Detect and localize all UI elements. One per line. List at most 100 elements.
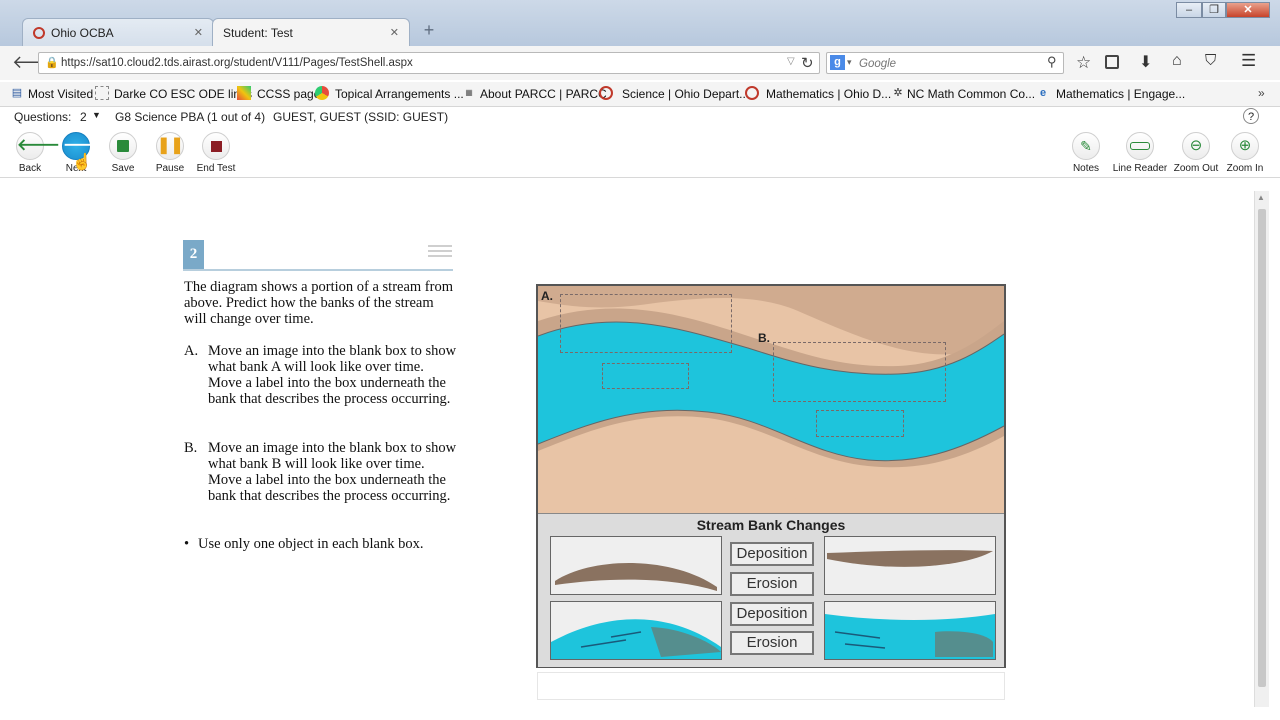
drop-zone-bank-b-label[interactable]	[816, 410, 904, 437]
instruction-bullet: Use only one object in each blank box.	[198, 536, 424, 552]
tab-label: Ohio OCBA	[51, 25, 114, 40]
close-icon[interactable]: ✕	[390, 26, 399, 39]
line-reader-label: Line Reader	[1112, 163, 1168, 174]
end-test-label: End Test	[196, 163, 236, 174]
search-icon[interactable]: ⚲	[1047, 54, 1057, 70]
back-arrow-icon: 🡐	[16, 132, 60, 160]
student-name: GUEST, GUEST (SSID: GUEST)	[273, 110, 449, 124]
stream-diagram: A. B. Stream Bank Changes Deposition Ero…	[536, 284, 1006, 668]
part-b-text: Move an image into the blank box to show…	[208, 440, 457, 504]
zoom-in-label: Zoom In	[1226, 163, 1264, 174]
nc-icon: ✲	[893, 87, 903, 99]
bookmark-nc-math[interactable]: NC Math Common Co...	[907, 87, 1035, 101]
bank-image-tile[interactable]	[824, 601, 996, 660]
scrollbar[interactable]: ▲	[1254, 191, 1269, 707]
pencil-icon	[237, 86, 251, 100]
google-icon[interactable]: g	[830, 55, 845, 70]
star-icon[interactable]: ☆	[1076, 53, 1091, 73]
drop-zone-bank-a-label[interactable]	[602, 363, 689, 389]
zoom-in-icon: ⊕	[1231, 132, 1259, 160]
bookmark-math-engage[interactable]: Mathematics | Engage...	[1056, 87, 1185, 101]
question-number: 2	[183, 240, 204, 269]
maximize-icon[interactable]: ❐	[1202, 2, 1226, 18]
ohio-logo-icon	[599, 86, 613, 100]
bank-b-label: B.	[758, 331, 770, 345]
help-icon[interactable]: ?	[1243, 108, 1259, 124]
bookmark-darke[interactable]: Darke CO ESC ODE links	[114, 87, 252, 101]
drop-zone-bank-b-image[interactable]	[773, 342, 946, 402]
erosion-label[interactable]: Erosion	[730, 572, 814, 596]
download-icon[interactable]: ⬇	[1139, 52, 1152, 72]
scroll-up-icon[interactable]: ▲	[1257, 193, 1265, 202]
close-icon[interactable]: ✕	[194, 26, 203, 39]
questions-label: Questions:	[14, 110, 72, 124]
bank-image-tile[interactable]	[550, 601, 722, 660]
browser-back-icon[interactable]: 🡐	[12, 52, 60, 74]
notes-label: Notes	[1072, 163, 1100, 174]
bank-image-tile[interactable]	[550, 536, 722, 595]
erosion-image	[825, 602, 995, 659]
notes-button[interactable]: ✎ Notes	[1056, 132, 1116, 176]
url-bar[interactable]: 🔒 https://sat10.cloud2.tds.airast.org/st…	[38, 52, 820, 74]
chevron-down-icon[interactable]: ▾	[847, 57, 852, 68]
minimize-icon[interactable]: –	[1176, 2, 1202, 18]
bookmark-ccss[interactable]: CCSS page	[257, 87, 320, 101]
question-select-value: 2	[80, 110, 87, 124]
page-icon	[95, 86, 109, 100]
url-text: https://sat10.cloud2.tds.airast.org/stud…	[61, 57, 413, 69]
ohio-logo-icon	[745, 86, 759, 100]
chrome-icon	[315, 86, 329, 100]
bookmark-math-ohio[interactable]: Mathematics | Ohio D...	[766, 87, 891, 101]
erosion-image	[551, 602, 721, 659]
window-close-icon[interactable]: ✕	[1226, 2, 1270, 18]
bookmark-topical[interactable]: Topical Arrangements ...	[335, 87, 464, 101]
palette-title: Stream Bank Changes	[696, 517, 846, 533]
notes-icon: ✎	[1072, 132, 1100, 160]
ie-icon: e	[1039, 87, 1047, 99]
bank-image-tile[interactable]	[824, 536, 996, 595]
dropdown-icon[interactable]: ▽	[787, 56, 795, 67]
line-reader-icon	[1126, 132, 1154, 160]
question-menu-icon[interactable]	[428, 244, 452, 258]
chevron-down-icon: ▼	[92, 110, 101, 120]
tab-student-test[interactable]: Student: Test ✕	[212, 18, 410, 46]
menu-icon[interactable]: ☰	[1241, 51, 1256, 71]
question-intro: The diagram shows a portion of a stream …	[184, 279, 453, 327]
erosion-label[interactable]: Erosion	[730, 631, 814, 655]
part-a-text: Move an image into the blank box to show…	[208, 343, 457, 407]
shield-icon[interactable]: ⛉	[1205, 52, 1216, 69]
sediment-image	[551, 537, 721, 594]
zoom-in-button[interactable]: ⊕ Zoom In	[1215, 132, 1275, 176]
deposition-label[interactable]: Deposition	[730, 542, 814, 566]
zoom-out-icon: ⊖	[1182, 132, 1210, 160]
parcc-icon: ▦	[465, 88, 473, 97]
home-icon[interactable]: ⌂	[1172, 52, 1182, 70]
search-bar[interactable]: g ▾ ⚲	[826, 52, 1064, 74]
bookmark-parcc[interactable]: About PARCC | PARCC	[480, 87, 607, 101]
test-info-bar: Questions: 2 ▼ G8 Science PBA (1 out of …	[0, 107, 1280, 127]
tab-ohio-ocba[interactable]: Ohio OCBA ✕	[22, 18, 214, 46]
end-test-button[interactable]: End Test	[186, 132, 246, 176]
chevron-right-icon[interactable]: »	[1258, 86, 1265, 100]
answer-palette: Stream Bank Changes Deposition Erosion D…	[538, 513, 1004, 667]
reload-icon[interactable]: ↻	[801, 54, 814, 72]
part-b-letter: B.	[184, 440, 198, 456]
ohio-logo-icon	[33, 26, 45, 39]
search-input[interactable]	[857, 55, 1046, 73]
sediment-image	[825, 537, 995, 594]
test-name: G8 Science PBA (1 out of 4)	[115, 110, 266, 124]
bullet-icon: •	[184, 536, 190, 552]
stop-icon	[202, 132, 230, 160]
pause-icon: ❚❚	[156, 132, 184, 160]
scroll-thumb[interactable]	[1258, 209, 1266, 687]
reading-list-icon[interactable]	[1105, 55, 1119, 69]
deposition-label[interactable]: Deposition	[730, 602, 814, 626]
bookmark-science-ohio[interactable]: Science | Ohio Depart...	[622, 87, 749, 101]
line-reader-button[interactable]: Line Reader	[1110, 132, 1170, 176]
drop-zone-bank-a-image[interactable]	[560, 294, 732, 353]
bank-a-label: A.	[541, 289, 553, 303]
new-tab-icon[interactable]: +	[418, 20, 440, 42]
question-select[interactable]: 2 ▼	[74, 108, 104, 125]
bookmark-most-visited[interactable]: Most Visited	[28, 87, 93, 101]
tab-label: Student: Test	[223, 25, 293, 40]
